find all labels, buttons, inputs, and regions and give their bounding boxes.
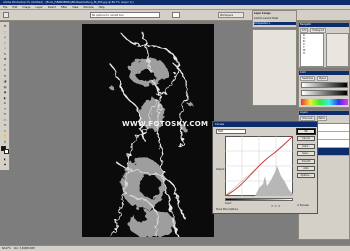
type-tool[interactable]: T [1,107,9,112]
preview-checkbox[interactable]: ☑ Preview [297,204,309,207]
curves-dialog: Curves RGB Output: Input: Show More Opti… [212,121,318,214]
healing-brush-tool[interactable]: ✚ [1,57,9,62]
brush-tool[interactable]: ✍ [1,63,9,68]
curves-dialog-title: Curves [213,122,317,127]
tool-preset-picker[interactable] [3,12,9,18]
auto-button[interactable]: Auto [297,166,315,171]
background-color-swatch[interactable] [4,149,9,154]
magic-wand-tool[interactable]: ✧ [1,41,9,46]
load-button[interactable]: Load... [297,144,315,149]
layer-comp-item[interactable]: Last Document State [254,17,278,20]
marquee-tool[interactable]: ⬚ [1,30,9,35]
pen-tool[interactable]: ✒ [1,112,9,117]
document-canvas[interactable] [82,24,214,237]
input-label: Input: [225,202,232,205]
color-slider-2[interactable] [301,90,348,96]
clone-stamp-tool[interactable]: ♁ [1,68,9,73]
toolbox: ✥ ⬚ ϙ ✧ ⌗ ✎ ✚ ✍ ♁ ⟲ ◪ ▤ ◉ ◐ ➤ T ✒ ▭ ✉ ✑ ✋ ⚲ ◧ ▣ [0,22,10,170]
menu-image[interactable]: Image [22,6,30,9]
status-bar: 66.67% Doc: 3.04M/6.09M [0,245,350,251]
dodge-tool[interactable]: ◐ [1,96,9,101]
cancel-button[interactable]: Cancel [297,136,315,141]
options-bar: No options for current tool Workspace [0,10,350,21]
menu-window[interactable]: Window [83,6,93,9]
color-panel: Color Swatches Styles [298,70,350,108]
workspace-button[interactable]: Workspace [218,12,244,18]
options-button[interactable]: Options... [297,173,315,178]
menu-select[interactable]: Select [48,6,56,9]
history-brush-tool[interactable]: ⟲ [1,74,9,79]
preview-label: Preview [299,204,309,207]
options-field[interactable]: No options for current tool [90,12,160,18]
hand-tool[interactable]: ✋ [1,134,9,139]
move-tool[interactable]: ✥ [1,24,9,29]
layer-comps-panel: Layer Comps Last Document State Composit… [252,10,297,28]
layers-panel-title: Layers [299,111,349,115]
color-panel-title: Color [299,71,349,75]
menu-help[interactable]: Help [99,6,105,9]
tab-swatches[interactable]: Swatches [300,76,315,81]
zoom-readout[interactable]: 66.67% [2,247,11,250]
lasso-tool[interactable]: ϙ [1,35,9,40]
quick-mask-icon[interactable]: ◧ [1,158,9,162]
layer-comp-item-selected[interactable]: Composition 1 [254,22,296,25]
menu-file[interactable]: File [3,6,7,9]
navigator-panel: Navigator Info Histogram R: G: B: X: Y: … [298,22,350,68]
color-slider-1[interactable] [301,82,348,88]
photoshop-window: Adobe Photoshop CS (Untitled) - [Book_IS… [0,0,350,251]
info-h-label: H: [303,52,306,55]
tab-styles[interactable]: Styles [316,76,328,81]
blur-tool[interactable]: ◉ [1,90,9,95]
gradient-tool[interactable]: ▤ [1,85,9,90]
tab-paths[interactable]: Paths [316,116,327,121]
info-readout: R: G: B: X: Y: W: H: [300,33,324,67]
smooth-button[interactable]: Smooth [297,159,315,164]
slice-tool[interactable]: ✎ [1,52,9,57]
notes-tool[interactable]: ✉ [1,123,9,128]
show-more-options[interactable]: Show More Options [216,208,238,211]
menu-view[interactable]: View [72,6,78,9]
doc-size: Doc: 3.04M/6.09M [13,247,35,250]
screen-mode-icon[interactable]: ▣ [1,163,9,167]
eyedropper-tool[interactable]: ✑ [1,129,9,134]
splash-image [109,31,192,237]
window-title: Adobe Photoshop CS (Untitled) - [Book_IS… [3,1,134,4]
eyedropper-icons[interactable]: ✑ ✑ ✑ [271,204,280,208]
menu-edit[interactable]: Edit [12,6,17,9]
ok-button[interactable]: OK [296,128,316,135]
save-button[interactable]: Save... [297,151,315,156]
eraser-tool[interactable]: ◪ [1,79,9,84]
blank-panel [252,29,297,106]
path-selection-tool[interactable]: ➤ [1,101,9,106]
histogram-area [326,33,349,67]
color-ramp[interactable] [301,99,348,105]
navigator-title: Navigator [299,23,349,27]
shape-tool[interactable]: ▭ [1,118,9,123]
curves-graph[interactable] [225,136,293,196]
watermark-text: WWW.FOTOSKY.COM [122,120,209,128]
layer-comps-title: Layer Comps [254,12,271,15]
crop-tool[interactable]: ⌗ [1,46,9,51]
channel-select[interactable]: RGB [216,129,246,134]
output-label: Output: [216,168,225,171]
zoom-tool[interactable]: ⚲ [1,140,9,145]
menu-layer[interactable]: Layer [36,6,43,9]
palette-well-toggle[interactable] [172,12,180,18]
menu-filter[interactable]: Filter [61,6,67,9]
input-gradient-bar [225,198,293,201]
